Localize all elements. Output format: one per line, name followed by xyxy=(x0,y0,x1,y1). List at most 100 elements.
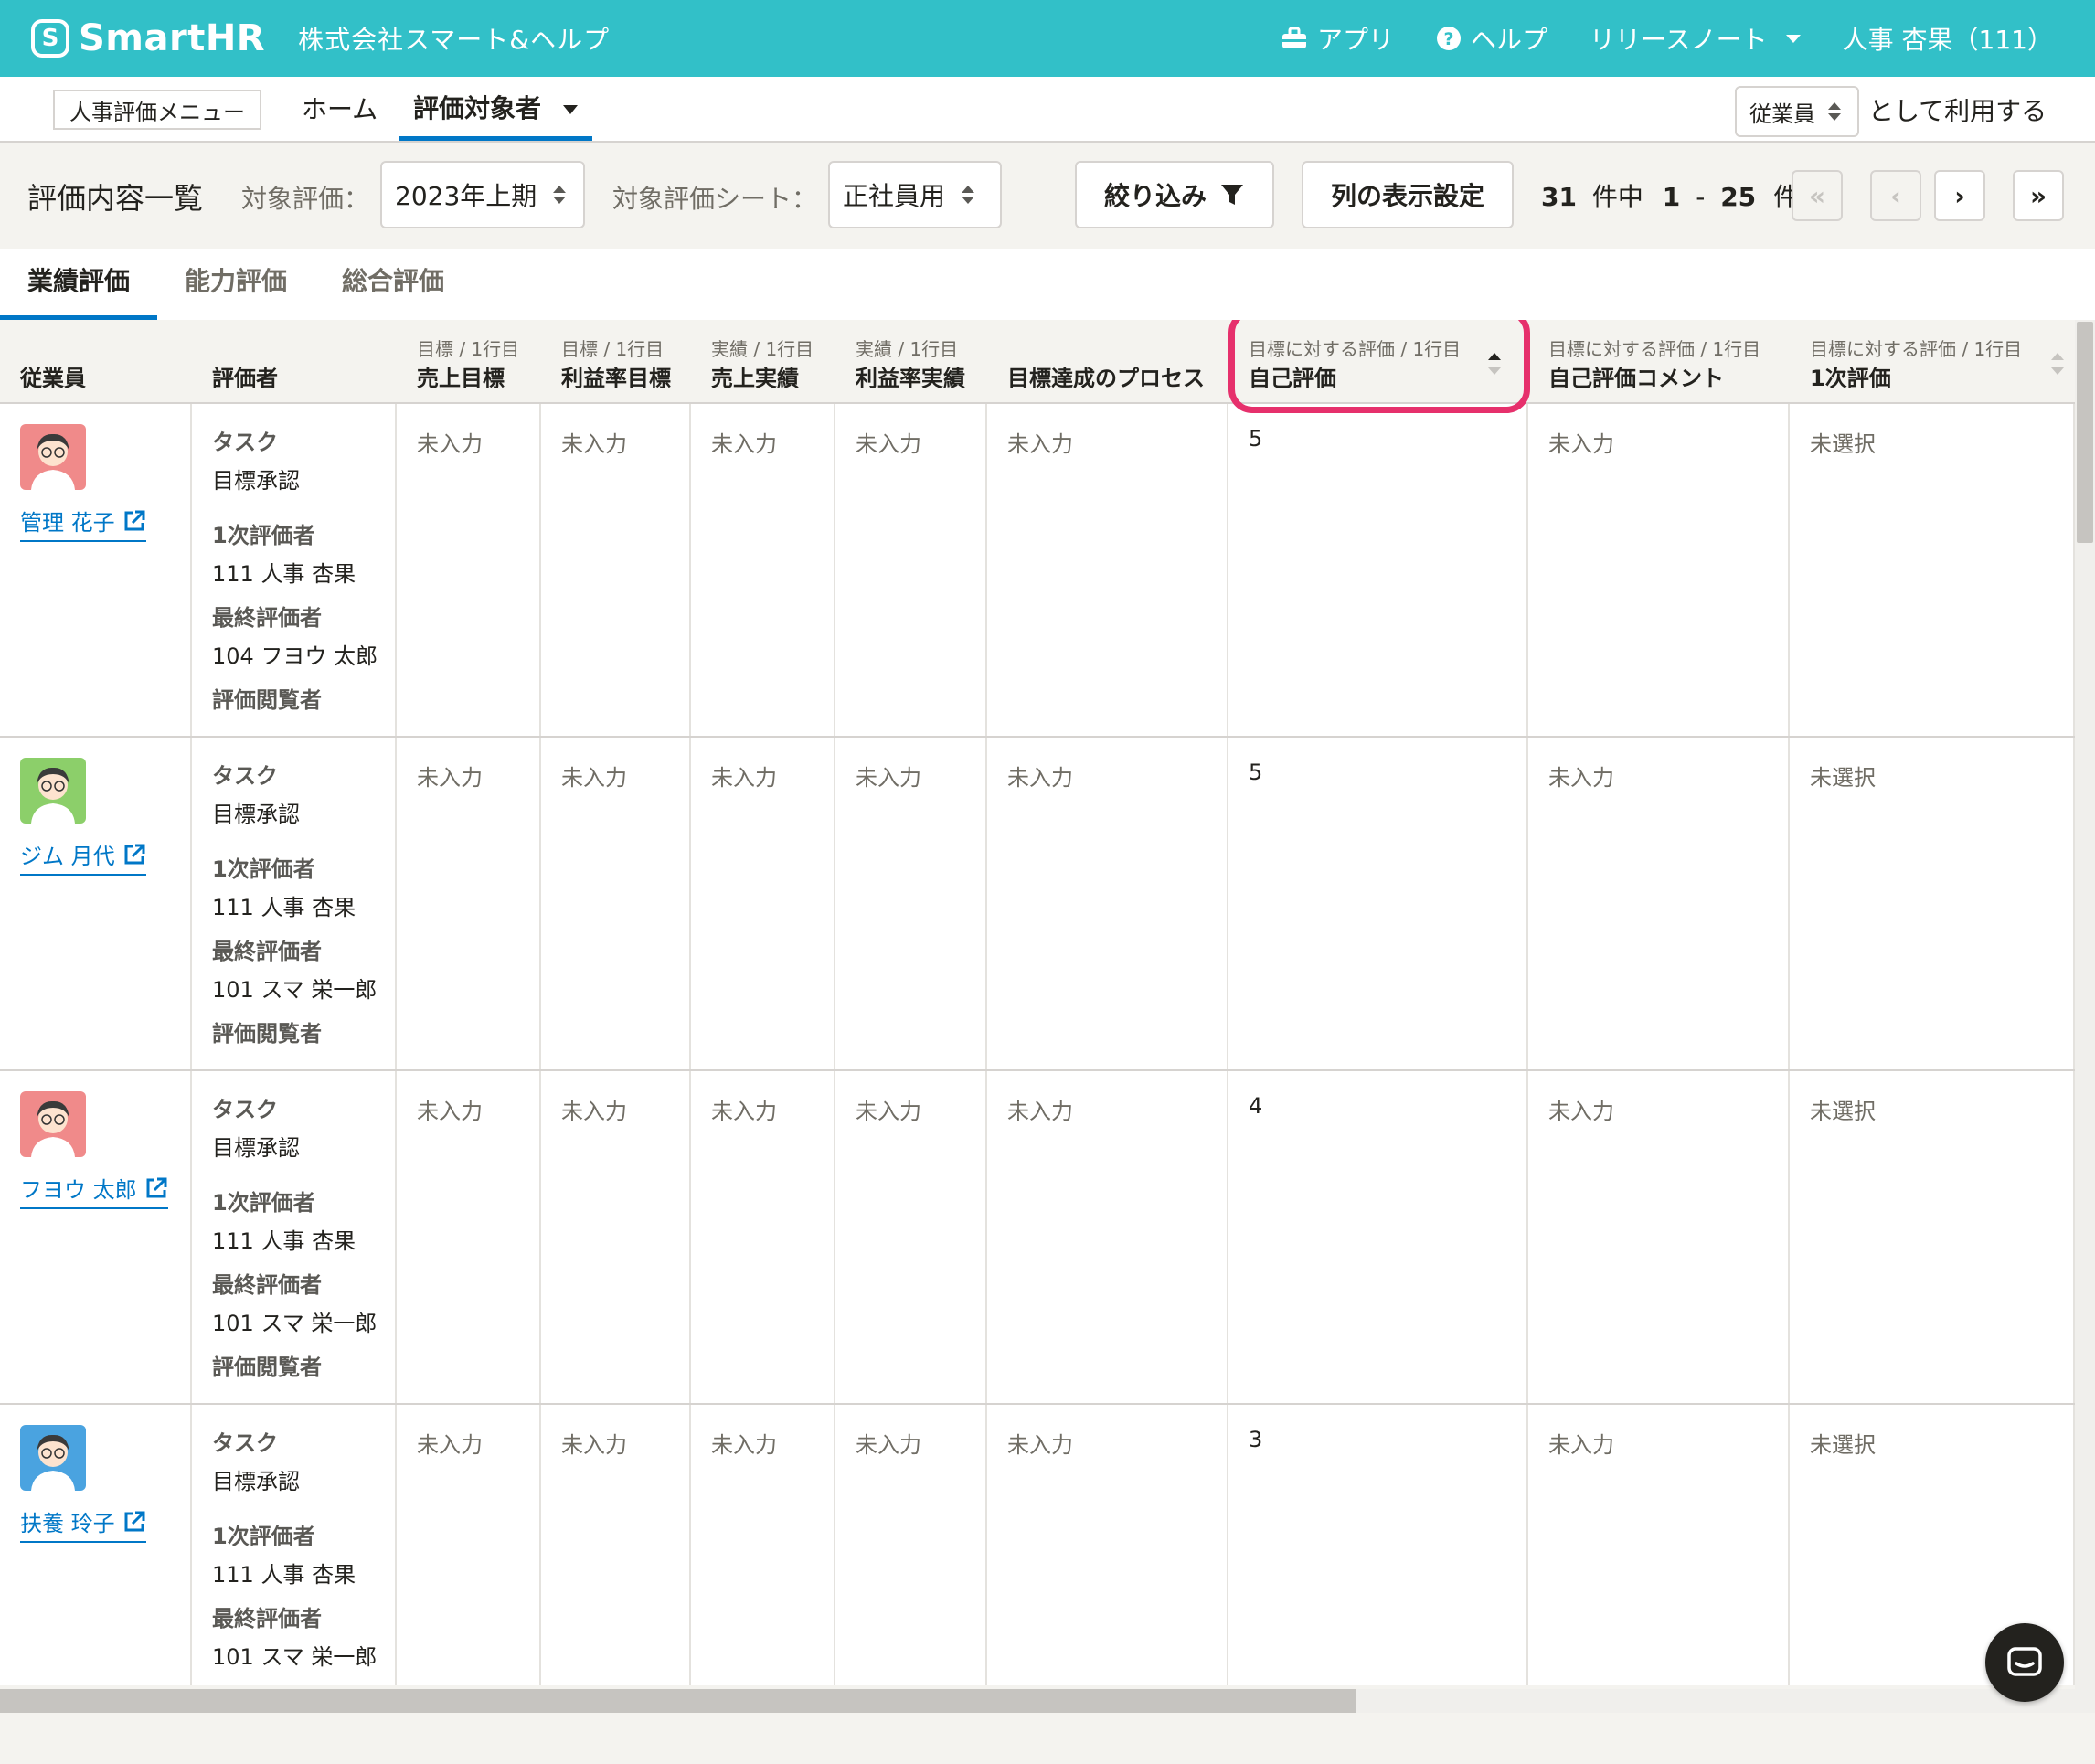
tab-competency[interactable]: 能力評価 xyxy=(185,249,287,320)
employee-link[interactable]: ジム 月代 xyxy=(20,838,146,876)
col-sub-label: 実績 / 1行目 xyxy=(711,338,814,360)
final-evaluator-heading: 最終評価者 xyxy=(212,605,322,631)
nav-eval-targets-label: 評価対象者 xyxy=(413,93,542,123)
employee-cell: ジム 月代 xyxy=(0,738,192,1069)
select-updown-icon xyxy=(553,186,567,204)
last-page-button[interactable]: » xyxy=(2013,170,2064,221)
eval-period-select[interactable]: 2023年上期 xyxy=(380,161,585,228)
col-sub-label: 目標 / 1行目 xyxy=(417,338,520,360)
apps-menu[interactable]: アプリ xyxy=(1281,20,1394,57)
smarthr-logo-icon: S xyxy=(31,19,69,58)
table-cell: 未入力 xyxy=(397,1071,541,1403)
col-main-label: 利益率目標 xyxy=(561,366,671,391)
first-page-button[interactable]: « xyxy=(1792,170,1843,221)
table-cell: 未入力 xyxy=(987,738,1228,1069)
task-heading: タスク xyxy=(212,1430,278,1456)
employee-link[interactable]: 扶養 玲子 xyxy=(20,1505,146,1543)
avatar xyxy=(20,424,86,490)
horizontal-scroll-thumb[interactable] xyxy=(0,1689,1356,1713)
help-menu[interactable]: ? ヘルプ xyxy=(1436,20,1547,57)
col-first-eval[interactable]: 目標に対する評価 / 1行目 1次評価 xyxy=(1790,320,2075,404)
eval-tabs: 業績評価 能力評価 総合評価 xyxy=(0,249,2095,320)
eval-table: 従業員 評価者 目標 / 1行目 売上目標 目標 / 1行目 利益率目標 実績 / … xyxy=(0,320,2075,1685)
table-cell: 未入力 xyxy=(1528,738,1790,1069)
table-cell: 5 xyxy=(1228,404,1528,736)
table-row: ジム 月代 タスク 目標承認 1次評価者 111 人事 杏果 最終評価者 101 スマ 栄一… xyxy=(0,738,2075,1071)
table-cell: 未入力 xyxy=(987,1405,1228,1685)
table-cell: 未入力 xyxy=(987,404,1228,736)
col-sub-label: 目標に対する評価 / 1行目 xyxy=(1548,338,1761,360)
tab-performance[interactable]: 業績評価 xyxy=(0,249,158,320)
first-evaluator-heading: 1次評価者 xyxy=(212,856,315,882)
eval-sheet-label: 対象評価シート： xyxy=(612,184,818,214)
range-sep: - xyxy=(1696,182,1706,212)
app-subnav: 人事評価メニュー ホーム 評価対象者 従業員 として利用する xyxy=(0,77,2095,143)
column-settings-button[interactable]: 列の表示設定 xyxy=(1302,161,1514,228)
role-suffix: として利用する xyxy=(1868,96,2047,126)
col-employee-label: 従業員 xyxy=(20,366,86,391)
company-name: 株式会社スマート&ヘルプ xyxy=(298,25,611,55)
col-sales-target[interactable]: 目標 / 1行目 売上目標 xyxy=(397,320,541,404)
avatar xyxy=(20,1425,86,1491)
col-evaluator: 評価者 xyxy=(192,320,397,404)
first-evaluator-value: 111 人事 杏果 xyxy=(212,561,356,587)
total-count: 31 xyxy=(1541,182,1577,212)
chat-support-button[interactable] xyxy=(1985,1623,2064,1702)
task-heading: タスク xyxy=(212,763,278,789)
role-value: 従業員 xyxy=(1749,101,1815,127)
table-cell: 未入力 xyxy=(397,404,541,736)
eval-sheet-select[interactable]: 正社員用 xyxy=(828,161,1002,228)
vertical-scroll-thumb[interactable] xyxy=(2077,322,2093,543)
filter-button[interactable]: 絞り込み xyxy=(1075,161,1274,228)
avatar xyxy=(20,758,86,824)
col-employee: 従業員 xyxy=(0,320,192,404)
table-cell: 未入力 xyxy=(691,404,835,736)
role-select[interactable]: 従業員 xyxy=(1735,86,1859,137)
first-evaluator-heading: 1次評価者 xyxy=(212,1190,315,1216)
chat-icon xyxy=(2007,1647,2042,1676)
nav-home[interactable]: ホーム xyxy=(302,90,378,130)
final-evaluator-value: 104 フヨウ 太郎 xyxy=(212,643,378,669)
col-margin-actual[interactable]: 実績 / 1行目 利益率実績 xyxy=(835,320,987,404)
prev-page-button[interactable]: ‹ xyxy=(1870,170,1921,221)
col-sales-actual[interactable]: 実績 / 1行目 売上実績 xyxy=(691,320,835,404)
table-cell: 未入力 xyxy=(835,738,987,1069)
table-cell: 未入力 xyxy=(397,738,541,1069)
tab-overall[interactable]: 総合評価 xyxy=(342,249,444,320)
apps-label: アプリ xyxy=(1317,25,1395,55)
filter-label: 絞り込み xyxy=(1103,181,1207,211)
employee-link[interactable]: 管理 花子 xyxy=(20,505,146,542)
col-process[interactable]: 目標達成のプロセス xyxy=(987,320,1228,404)
table-cell: 未入力 xyxy=(1528,1071,1790,1403)
first-evaluator-value: 111 人事 杏果 xyxy=(212,895,356,920)
smarthr-logo[interactable]: S SmartHR xyxy=(31,17,265,59)
task-value: 目標承認 xyxy=(212,802,300,827)
viewer-heading: 評価閲覧者 xyxy=(212,1683,322,1685)
sort-icon[interactable] xyxy=(2051,353,2064,375)
external-link-icon xyxy=(124,1511,145,1531)
global-header: S SmartHR 株式会社スマート&ヘルプ アプリ ? ヘルプ リリースノート… xyxy=(0,0,2095,77)
table-cell: 未入力 xyxy=(835,1071,987,1403)
eval-period-value: 2023年上期 xyxy=(395,181,537,211)
range-start: 1 xyxy=(1662,182,1681,212)
nav-eval-targets[interactable]: 評価対象者 xyxy=(399,77,593,141)
evaluator-cell: タスク目標承認 1次評価者 111 人事 杏果最終評価者 101 スマ 栄一郎評価閲覧… xyxy=(192,1071,397,1403)
external-link-icon xyxy=(124,510,145,530)
table-header: 従業員 評価者 目標 / 1行目 売上目標 目標 / 1行目 利益率目標 実績 / … xyxy=(0,320,2075,404)
table-cell: 未入力 xyxy=(541,1405,691,1685)
table-cell: 未入力 xyxy=(835,1405,987,1685)
employee-cell: 扶養 玲子 xyxy=(0,1405,192,1685)
viewer-heading: 評価閲覧者 xyxy=(212,1021,322,1047)
release-notes-menu[interactable]: リリースノート xyxy=(1590,20,1801,57)
col-main-label: 目標達成のプロセス xyxy=(1007,366,1205,391)
col-margin-target[interactable]: 目標 / 1行目 利益率目標 xyxy=(541,320,691,404)
release-notes-label: リリースノート xyxy=(1590,25,1768,55)
user-menu[interactable]: 人事 杏果（111） xyxy=(1843,20,2053,57)
count-mid: 件中 xyxy=(1591,182,1643,212)
col-self-eval-comment[interactable]: 目標に対する評価 / 1行目 自己評価コメント xyxy=(1528,320,1790,404)
col-main-label: 1次評価 xyxy=(1810,366,1891,391)
employee-link[interactable]: フヨウ 太郎 xyxy=(20,1172,168,1209)
next-page-button[interactable]: › xyxy=(1934,170,1985,221)
table-cell: 未入力 xyxy=(541,738,691,1069)
hr-eval-menu-button[interactable]: 人事評価メニュー xyxy=(53,90,261,130)
